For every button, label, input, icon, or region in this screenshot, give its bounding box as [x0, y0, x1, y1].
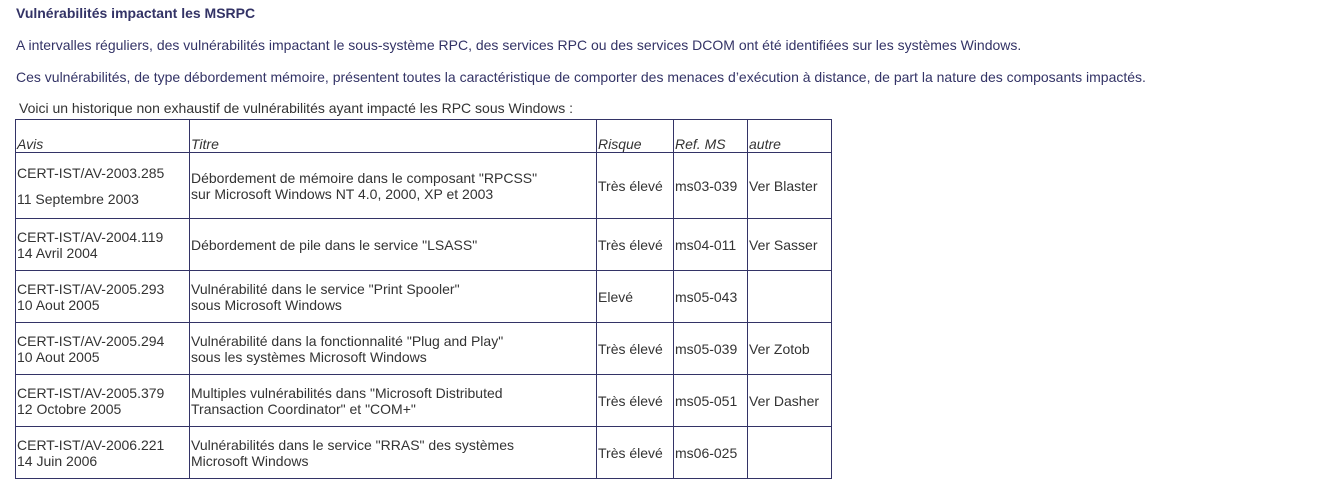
header-ref-ms: Ref. MS — [673, 119, 748, 153]
titre-line-2: Microsoft Windows — [191, 452, 309, 469]
avis-cell: CERT-IST/AV-2004.119 14 Avril 2004 — [15, 218, 190, 271]
table-row: CERT-IST/AV-2006.221 14 Juin 2006 Vulnér… — [15, 426, 832, 479]
section-heading: Vulnérabilités impactant les MSRPC — [16, 5, 256, 21]
table-header-row: Avis Titre Risque Ref. MS autre — [15, 119, 832, 153]
autre-cell — [747, 426, 832, 479]
titre-line-1: Débordement de pile dans le service "LSA… — [191, 236, 478, 253]
titre-cell: Vulnérabilités dans le service "RRAS" de… — [189, 426, 597, 479]
avis-date: 12 Octobre 2005 — [17, 400, 122, 417]
risque-cell: Très élevé — [596, 322, 674, 375]
paragraph-1: A intervalles réguliers, des vulnérabili… — [16, 37, 1022, 53]
titre-line-1: Vulnérabilité dans le service "Print Spo… — [191, 280, 460, 297]
risque-cell: Très élevé — [596, 218, 674, 271]
avis-date: 11 Septembre 2003 — [17, 190, 139, 207]
avis-cell: CERT-IST/AV-2005.379 12 Octobre 2005 — [15, 374, 190, 427]
avis-id: CERT-IST/AV-2005.379 — [17, 384, 165, 401]
table-row: CERT-IST/AV-2004.119 14 Avril 2004 Débor… — [15, 218, 832, 271]
titre-cell: Vulnérabilité dans le service "Print Spo… — [189, 270, 597, 323]
table-row: CERT-IST/AV-2005.294 10 Aout 2005 Vulnér… — [15, 322, 832, 375]
titre-line-2: sous les systèmes Microsoft Windows — [191, 348, 427, 365]
titre-line-2: Transaction Coordinator" et "COM+" — [191, 400, 416, 417]
ref-ms-cell: ms04-011 — [673, 218, 748, 271]
titre-line-1: Vulnérabilités dans le service "RRAS" de… — [191, 436, 514, 453]
avis-date: 10 Aout 2005 — [17, 296, 100, 313]
risque-cell: Très élevé — [596, 426, 674, 479]
titre-line-1: Multiples vulnérabilités dans "Microsoft… — [191, 384, 503, 401]
risque-cell: Très élevé — [596, 374, 674, 427]
autre-cell: Ver Zotob — [747, 322, 832, 375]
titre-line-1: Vulnérabilité dans la fonctionnalité "Pl… — [191, 332, 504, 349]
avis-id: CERT-IST/AV-2004.119 — [17, 228, 164, 245]
risque-cell: Très élevé — [596, 152, 674, 219]
autre-cell: Ver Sasser — [747, 218, 832, 271]
table-row: CERT-IST/AV-2005.293 10 Aout 2005 Vulnér… — [15, 270, 832, 323]
table-row: CERT-IST/AV-2005.379 12 Octobre 2005 Mul… — [15, 374, 832, 427]
avis-id: CERT-IST/AV-2005.293 — [17, 280, 165, 297]
avis-id: CERT-IST/AV-2005.294 — [17, 332, 165, 349]
autre-cell: Ver Blaster — [747, 152, 832, 219]
header-autre: autre — [747, 119, 832, 153]
ref-ms-cell: ms05-039 — [673, 322, 748, 375]
ref-ms-cell: ms06-025 — [673, 426, 748, 479]
risque-cell: Elevé — [596, 270, 674, 323]
autre-cell — [747, 270, 832, 323]
ref-ms-cell: ms05-043 — [673, 270, 748, 323]
header-titre: Titre — [189, 119, 597, 153]
header-avis: Avis — [15, 119, 190, 153]
table-row: CERT-IST/AV-2003.285 11 Septembre 2003 D… — [15, 152, 832, 219]
ref-ms-cell: ms03-039 — [673, 152, 748, 219]
avis-date: 14 Avril 2004 — [17, 244, 98, 261]
titre-line-1: Débordement de mémoire dans le composant… — [191, 169, 538, 186]
titre-cell: Débordement de mémoire dans le composant… — [189, 152, 597, 219]
avis-cell: CERT-IST/AV-2003.285 11 Septembre 2003 — [15, 152, 190, 219]
avis-id: CERT-IST/AV-2006.221 — [17, 436, 165, 453]
autre-cell: Ver Dasher — [747, 374, 832, 427]
vulnerability-table: Avis Titre Risque Ref. MS autre CERT-IST… — [15, 119, 832, 479]
titre-line-2: sur Microsoft Windows NT 4.0, 2000, XP e… — [191, 185, 494, 202]
titre-cell: Multiples vulnérabilités dans "Microsoft… — [189, 374, 597, 427]
header-risque: Risque — [596, 119, 674, 153]
avis-cell: CERT-IST/AV-2005.294 10 Aout 2005 — [15, 322, 190, 375]
titre-cell: Débordement de pile dans le service "LSA… — [189, 218, 597, 271]
titre-line-2: sous Microsoft Windows — [191, 296, 342, 313]
titre-cell: Vulnérabilité dans la fonctionnalité "Pl… — [189, 322, 597, 375]
avis-date: 14 Juin 2006 — [17, 452, 98, 469]
table-intro: Voici un historique non exhaustif de vul… — [19, 100, 574, 116]
avis-cell: CERT-IST/AV-2006.221 14 Juin 2006 — [15, 426, 190, 479]
avis-id: CERT-IST/AV-2003.285 — [17, 164, 165, 181]
avis-date: 10 Aout 2005 — [17, 348, 100, 365]
avis-cell: CERT-IST/AV-2005.293 10 Aout 2005 — [15, 270, 190, 323]
paragraph-2: Ces vulnérabilités, de type débordement … — [16, 69, 1146, 85]
ref-ms-cell: ms05-051 — [673, 374, 748, 427]
